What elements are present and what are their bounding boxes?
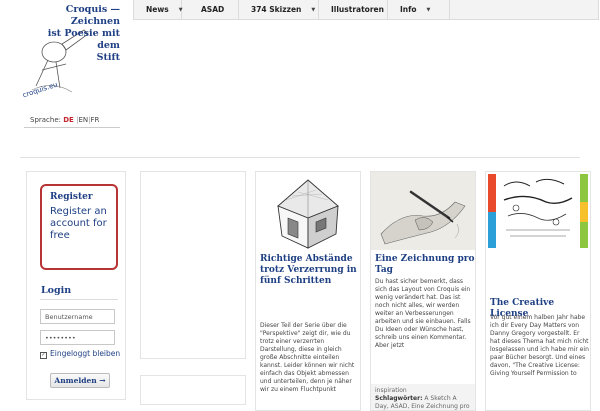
nav-item-info[interactable]: Info ▼ [388,0,450,19]
password-input[interactable]: •••••••• [40,330,115,345]
post-title[interactable]: Eine Zeichnung pro Tag [375,254,475,276]
nav-item-asad[interactable]: ASAD [182,0,239,19]
nav-item-skizzen[interactable]: 374 Skizzen ▼ [239,0,319,19]
book-cover-image[interactable] [486,172,590,250]
empty-widget [140,171,246,359]
post-title[interactable]: Richtige Abstände trotz Verzerrung in fü… [260,254,360,287]
post-excerpt: Vor gut einem halben Jahr habe ich dir E… [490,314,589,377]
main-nav: News ▼ ASAD 374 Skizzen ▼ Illustratoren In… [133,0,599,20]
empty-widget [140,375,246,405]
register-heading: Register [50,192,93,202]
login-button[interactable]: Anmelden → [50,373,110,388]
checkbox-checked-icon[interactable]: ✓ [40,352,47,359]
language-switcher: Sprache: DE |EN|FR [30,116,100,124]
language-en[interactable]: EN [78,116,88,124]
logo-title: Croquis — Zeichnen ist Poesie mit dem St… [47,4,120,63]
header-divider [20,157,580,158]
username-input[interactable]: Benutzername [40,309,115,324]
login-heading: Login [41,285,72,296]
tags-label: Schlagwörter: [375,395,423,402]
post-card: Richtige Abstände trotz Verzerrung in fü… [255,171,361,411]
remember-label: Eingeloggt bleiben [50,349,121,358]
language-de[interactable]: DE [63,116,74,124]
post-excerpt: Du hast sicher bemerkt, dass sich das La… [375,278,471,349]
post-card: The Creative License Vor gut einem halbe… [485,171,591,411]
caret-down-icon: ▼ [311,6,316,13]
caret-down-icon: ▼ [426,6,431,13]
nav-item-illustratoren[interactable]: Illustratoren [319,0,388,19]
register-box: Register Register an account for free [40,184,118,270]
hand-drawing-image[interactable] [371,172,475,250]
remember-me[interactable]: ✓ Eingeloggt bleiben [40,349,125,359]
post-excerpt: Dieser Teil der Serie über die "Perspekt… [260,322,355,393]
nav-item-news[interactable]: News ▼ [134,0,183,19]
language-label: Sprache: [30,116,62,124]
post-category[interactable]: inspiration [375,387,471,395]
site-logo[interactable]: Croquis — Zeichnen ist Poesie mit dem St… [22,0,120,108]
post-meta: inspiration Schlagwörter: A Sketch A Day… [371,384,475,410]
house-sketch-image[interactable] [256,172,360,250]
language-divider [24,127,120,128]
post-card: Eine Zeichnung pro Tag Du hast sicher be… [370,171,476,411]
language-fr[interactable]: FR [90,116,99,124]
login-divider [40,299,118,300]
register-link[interactable]: Register an account for free [50,206,116,242]
